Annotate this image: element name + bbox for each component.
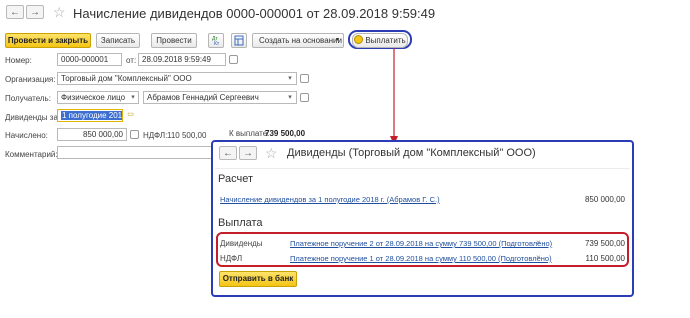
dt-kt-report-button[interactable]: Дт Кт (208, 33, 224, 48)
popup-back-button[interactable]: ← (219, 146, 237, 160)
pay-button[interactable]: Выплатить (352, 33, 408, 48)
accrued-label: Начислено: (5, 131, 48, 140)
window-title: Начисление дивидендов 0000-000001 от 28.… (73, 6, 436, 21)
arrow-right-icon: → (30, 7, 40, 18)
recipient-label: Получатель: (5, 94, 51, 103)
popup-title: Дивиденды (Торговый дом "Комплексный" ОО… (287, 147, 536, 159)
period-select-icon[interactable]: ▭ (126, 110, 135, 120)
recipient-name-field[interactable]: Абрамов Геннадий Сергеевич (143, 91, 297, 104)
dividends-for-label: Дивиденды за: (5, 113, 61, 122)
calc-section-header: Расчет (218, 173, 253, 185)
send-to-bank-button[interactable]: Отправить в банк (219, 271, 297, 287)
payment-amount: 739 500,00 (584, 239, 625, 248)
calculator-icon[interactable] (130, 130, 139, 139)
dividends-for-field[interactable]: 1 полугодие 2018 г. (57, 109, 123, 122)
create-based-on-label: Создать на основании (259, 36, 342, 45)
svg-text:Кт: Кт (214, 41, 220, 47)
dividends-for-value: 1 полугодие 2018 г. (61, 111, 122, 120)
accrued-field[interactable]: 850 000,00 (57, 128, 127, 141)
recipient-open-icon[interactable] (300, 93, 309, 102)
coin-icon (354, 35, 364, 44)
number-label: Номер: (5, 56, 32, 65)
delete-icon[interactable]: × (536, 253, 541, 262)
divider (215, 168, 630, 169)
delete-icon[interactable]: × (536, 238, 541, 247)
save-button[interactable]: Записать (96, 33, 140, 48)
forward-button[interactable]: → (26, 5, 44, 19)
organization-dropdown-icon[interactable]: ▾ (285, 72, 295, 85)
payment-row-label: НДФЛ (220, 254, 243, 263)
popup-favorite-star-icon[interactable]: ☆ (265, 145, 278, 162)
chevron-down-icon: ▾ (335, 37, 339, 43)
comment-label: Комментарий: (5, 150, 58, 159)
calendar-icon[interactable] (229, 55, 238, 64)
post-and-close-button[interactable]: Провести и закрыть (5, 33, 91, 48)
comment-field[interactable] (57, 146, 213, 159)
calc-amount: 850 000,00 (584, 195, 625, 204)
back-button[interactable]: ← (6, 5, 24, 19)
dividends-popup: ← → ☆ Дивиденды (Торговый дом "Комплексн… (211, 140, 634, 297)
create-based-on-button[interactable]: Создать на основании ▾ (252, 33, 344, 48)
dt-kt-icon: Дт Кт (212, 36, 220, 47)
organization-field[interactable]: Торговый дом "Комплексный" ООО (57, 72, 297, 85)
pay-label: Выплатить (365, 36, 406, 45)
organization-open-icon[interactable] (300, 74, 309, 83)
arrow-right-icon: → (243, 148, 253, 159)
payment-order-link[interactable]: Платежное поручение 1 от 28.09.2018 на с… (290, 254, 552, 263)
organization-label: Организация: (5, 75, 56, 84)
recipient-type-field[interactable]: Физическое лицо (57, 91, 139, 104)
ndfl-label: НДФЛ: (143, 131, 168, 140)
date-label: от: (126, 56, 137, 65)
favorite-star-icon[interactable]: ☆ (53, 4, 66, 21)
post-button[interactable]: Провести (151, 33, 197, 48)
number-field[interactable]: 0000-000001 (57, 53, 122, 66)
calc-document-link[interactable]: Начисление дивидендов за 1 полугодие 201… (220, 195, 440, 204)
payment-amount: 110 500,00 (585, 254, 625, 263)
recipient-type-dropdown-icon[interactable]: ▾ (128, 91, 138, 104)
structure-button[interactable] (231, 33, 247, 48)
date-field[interactable]: 28.09.2018 9:59:49 (138, 53, 226, 66)
recipient-name-dropdown-icon[interactable]: ▾ (285, 91, 295, 104)
payment-order-link[interactable]: Платежное поручение 2 от 28.09.2018 на с… (290, 239, 552, 248)
to-pay-label: К выплате: (229, 129, 270, 138)
structure-icon (234, 35, 244, 46)
ndfl-value: 110 500,00 (167, 131, 207, 140)
arrow-left-icon: ← (223, 148, 233, 159)
payment-section-header: Выплата (218, 217, 263, 229)
payment-row-label: Дивиденды (220, 239, 263, 248)
popup-forward-button[interactable]: → (239, 146, 257, 160)
to-pay-value: 739 500,00 (265, 129, 306, 138)
arrow-left-icon: ← (10, 7, 20, 18)
arrow-down-indicator (390, 48, 398, 145)
